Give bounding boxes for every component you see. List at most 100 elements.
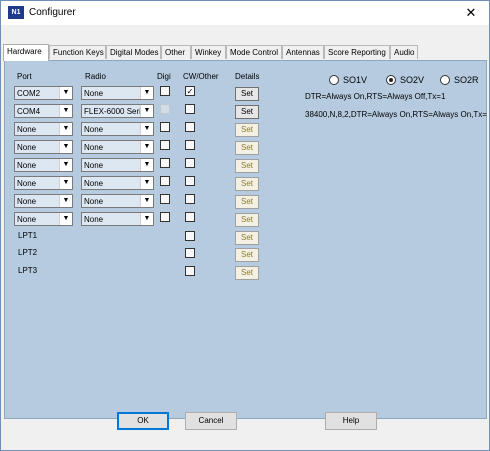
- radio-select[interactable]: None ▼: [81, 176, 154, 190]
- cw-other-checkbox[interactable]: [185, 231, 195, 241]
- cw-other-checkbox[interactable]: [185, 176, 195, 186]
- digi-checkbox[interactable]: [160, 122, 170, 132]
- chevron-down-icon[interactable]: ▼: [140, 87, 153, 99]
- radio-value: None: [84, 179, 104, 188]
- port-info-line: 38400,N,8,2,DTR=Always On,RTS=Always On,…: [305, 110, 487, 119]
- radio-value: None: [84, 197, 104, 206]
- port-select[interactable]: None ▼: [14, 212, 73, 226]
- digi-checkbox[interactable]: [160, 194, 170, 204]
- chevron-down-icon[interactable]: ▼: [59, 213, 72, 225]
- cw-other-checkbox[interactable]: [185, 248, 195, 258]
- tab-winkey[interactable]: Winkey: [191, 45, 226, 59]
- radio-select[interactable]: None ▼: [81, 212, 154, 226]
- chevron-down-icon[interactable]: ▼: [59, 87, 72, 99]
- chevron-down-icon[interactable]: ▼: [59, 105, 72, 117]
- set-button[interactable]: Set: [235, 248, 259, 262]
- digi-checkbox[interactable]: [160, 140, 170, 150]
- radio-value: None: [84, 161, 104, 170]
- so1v-label[interactable]: SO1V: [343, 75, 367, 85]
- chevron-down-icon[interactable]: ▼: [140, 141, 153, 153]
- title-bar: N1 Configurer ✕: [1, 1, 489, 25]
- cw-other-checkbox[interactable]: [185, 194, 195, 204]
- port-select[interactable]: COM2 ▼: [14, 86, 73, 100]
- chevron-down-icon[interactable]: ▼: [59, 159, 72, 171]
- port-value: None: [17, 197, 37, 206]
- close-icon[interactable]: ✕: [462, 4, 480, 22]
- port-select[interactable]: COM4 ▼: [14, 104, 73, 118]
- port-value: None: [17, 215, 37, 224]
- port-select[interactable]: None ▼: [14, 140, 73, 154]
- cw-other-checkbox[interactable]: [185, 266, 195, 276]
- port-select[interactable]: None ▼: [14, 194, 73, 208]
- so2v-label[interactable]: SO2V: [400, 75, 424, 85]
- ok-button[interactable]: OK: [117, 412, 169, 430]
- tab-digital-modes[interactable]: Digital Modes: [106, 45, 161, 59]
- chevron-down-icon[interactable]: ▼: [59, 141, 72, 153]
- set-button[interactable]: Set: [235, 87, 259, 101]
- port-info-line: DTR=Always On,RTS=Always Off,Tx=1: [305, 92, 446, 101]
- tab-other[interactable]: Other: [161, 45, 191, 59]
- chevron-down-icon[interactable]: ▼: [140, 105, 153, 117]
- so1v-radio[interactable]: [329, 75, 339, 85]
- port-header: Port: [17, 72, 32, 81]
- chevron-down-icon[interactable]: ▼: [59, 177, 72, 189]
- port-select[interactable]: None ▼: [14, 158, 73, 172]
- radio-select[interactable]: None ▼: [81, 158, 154, 172]
- set-button[interactable]: Set: [235, 266, 259, 280]
- radio-value: None: [84, 143, 104, 152]
- chevron-down-icon[interactable]: ▼: [140, 177, 153, 189]
- set-button[interactable]: Set: [235, 195, 259, 209]
- set-button[interactable]: Set: [235, 177, 259, 191]
- chevron-down-icon[interactable]: ▼: [140, 159, 153, 171]
- cancel-button[interactable]: Cancel: [185, 412, 237, 430]
- tab-antennas[interactable]: Antennas: [282, 45, 324, 59]
- set-button[interactable]: Set: [235, 123, 259, 137]
- lpt-label: LPT2: [18, 248, 38, 257]
- digi-checkbox[interactable]: [160, 86, 170, 96]
- chevron-down-icon[interactable]: ▼: [59, 123, 72, 135]
- cw-other-checkbox[interactable]: [185, 140, 195, 150]
- radio-select[interactable]: None ▼: [81, 86, 154, 100]
- dialog-body: Hardware Function Keys Digital Modes Oth…: [1, 25, 489, 450]
- set-button[interactable]: Set: [235, 141, 259, 155]
- port-select[interactable]: None ▼: [14, 122, 73, 136]
- radio-value: None: [84, 89, 104, 98]
- cw-other-checkbox[interactable]: [185, 158, 195, 168]
- tab-function-keys[interactable]: Function Keys: [49, 45, 106, 59]
- so2v-radio[interactable]: [386, 75, 396, 85]
- chevron-down-icon[interactable]: ▼: [59, 195, 72, 207]
- chevron-down-icon[interactable]: ▼: [140, 195, 153, 207]
- lpt-label: LPT1: [18, 231, 38, 240]
- radio-header: Radio: [85, 72, 106, 81]
- set-button[interactable]: Set: [235, 213, 259, 227]
- help-button[interactable]: Help: [325, 412, 377, 430]
- radio-select[interactable]: None ▼: [81, 140, 154, 154]
- tab-audio[interactable]: Audio: [390, 45, 418, 59]
- cw-other-checkbox[interactable]: [185, 212, 195, 222]
- cw-other-checkbox[interactable]: [185, 104, 195, 114]
- cw-other-header: CW/Other: [183, 72, 219, 81]
- set-button[interactable]: Set: [235, 159, 259, 173]
- digi-checkbox[interactable]: [160, 212, 170, 222]
- chevron-down-icon[interactable]: ▼: [140, 123, 153, 135]
- radio-value: None: [84, 125, 104, 134]
- radio-select[interactable]: None ▼: [81, 122, 154, 136]
- port-value: None: [17, 143, 37, 152]
- window-title: Configurer: [29, 7, 76, 18]
- cw-other-checkbox[interactable]: ✓: [185, 86, 195, 96]
- digi-checkbox[interactable]: [160, 104, 170, 114]
- set-button[interactable]: Set: [235, 231, 259, 245]
- chevron-down-icon[interactable]: ▼: [140, 213, 153, 225]
- tab-hardware[interactable]: Hardware: [3, 44, 49, 61]
- radio-select[interactable]: None ▼: [81, 194, 154, 208]
- so2r-label[interactable]: SO2R: [454, 75, 479, 85]
- radio-select[interactable]: FLEX-6000 Series ▼: [81, 104, 154, 118]
- set-button[interactable]: Set: [235, 105, 259, 119]
- digi-checkbox[interactable]: [160, 158, 170, 168]
- cw-other-checkbox[interactable]: [185, 122, 195, 132]
- so2r-radio[interactable]: [440, 75, 450, 85]
- port-select[interactable]: None ▼: [14, 176, 73, 190]
- digi-checkbox[interactable]: [160, 176, 170, 186]
- tab-mode-control[interactable]: Mode Control: [226, 45, 282, 59]
- tab-score-reporting[interactable]: Score Reporting: [324, 45, 390, 59]
